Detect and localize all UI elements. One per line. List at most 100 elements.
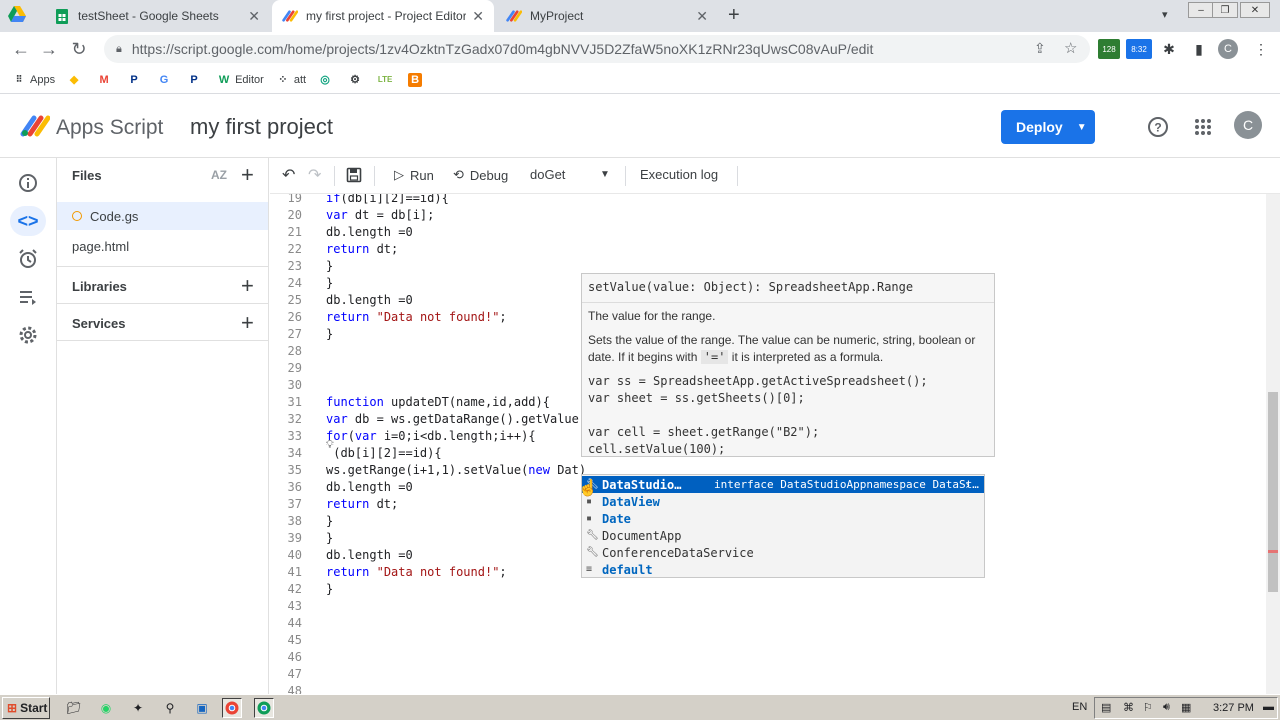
sort-az-icon[interactable]: AZ <box>211 168 227 182</box>
suggestion-item[interactable]: 🔧︎ ConferenceDataService <box>582 544 984 561</box>
clock[interactable]: 3:27 PM <box>1213 702 1254 714</box>
close-icon[interactable]: ✕ <box>696 8 708 25</box>
suggestion-item[interactable]: ▪ Date <box>582 510 984 527</box>
function-selector[interactable]: doGet ▼ <box>530 167 614 182</box>
avatar[interactable]: C <box>1234 111 1262 139</box>
file-item-code-gs[interactable]: Code.gs <box>57 202 268 230</box>
language-indicator[interactable]: EN <box>1072 701 1087 713</box>
project-title[interactable]: my first project <box>190 114 333 140</box>
network-icon[interactable]: ⌘ <box>1123 701 1134 714</box>
bookmark-paypal[interactable]: P <box>127 73 145 87</box>
add-library-button[interactable]: + <box>241 273 254 299</box>
bookmark-google[interactable]: G <box>157 73 175 87</box>
tray-icon[interactable]: ▦ <box>1181 701 1191 714</box>
tray-icon[interactable]: ▤ <box>1101 701 1111 714</box>
add-service-button[interactable]: + <box>241 310 254 336</box>
chrome-taskbar-button[interactable] <box>222 698 242 718</box>
app-icon[interactable]: ▣ <box>192 698 212 718</box>
execution-log-button[interactable]: Execution log <box>640 167 718 182</box>
bookmark-gmail[interactable]: M <box>97 73 115 87</box>
kebab-menu-icon[interactable]: ⋮ <box>1250 39 1272 59</box>
tab-project-editor[interactable]: my first project - Project Editor - Ap ✕ <box>272 0 494 32</box>
code-line[interactable]: db.length =0 <box>326 225 413 239</box>
apps-grid-icon[interactable] <box>1190 114 1216 140</box>
restore-button[interactable]: ❐ <box>1212 2 1238 18</box>
add-file-button[interactable]: + <box>241 162 254 188</box>
google-drive-icon[interactable] <box>8 6 26 25</box>
chrome-taskbar-button[interactable] <box>254 698 274 718</box>
debug-button[interactable]: ⟲ Debug <box>453 167 508 183</box>
code-line[interactable]: function updateDT(name,id,add){ <box>326 395 550 409</box>
new-tab-button[interactable]: + <box>728 4 740 27</box>
code-line[interactable]: } <box>326 514 333 528</box>
sidebar-icon[interactable]: ▮ <box>1188 39 1210 59</box>
code-line[interactable]: return "Data not found!"; <box>326 310 507 324</box>
chevron-right-icon[interactable]: › <box>964 478 971 492</box>
redo-icon[interactable]: ↷ <box>308 165 321 185</box>
code-line[interactable]: } <box>326 531 333 545</box>
start-button[interactable]: ⊞ Start <box>2 697 50 719</box>
file-item-page-html[interactable]: page.html <box>57 232 268 260</box>
bookmark-p[interactable]: P <box>187 73 205 87</box>
back-icon[interactable]: ← <box>10 38 32 60</box>
code-line[interactable]: return "Data not found!"; <box>326 565 507 579</box>
tab-test-sheet[interactable]: testSheet - Google Sheets ✕ <box>44 0 270 32</box>
close-icon[interactable]: ✕ <box>248 8 260 25</box>
bookmark-tool[interactable]: ⚙ <box>348 73 366 87</box>
triggers-alarm-icon[interactable] <box>10 244 46 274</box>
code-line[interactable]: } <box>326 327 333 341</box>
close-icon[interactable]: ✕ <box>472 8 484 25</box>
suggestion-item[interactable]: 🔧︎ DocumentApp <box>582 527 984 544</box>
code-line[interactable]: } <box>326 259 333 273</box>
editor-code-icon[interactable]: <> <box>10 206 46 236</box>
tray-icon[interactable]: ⚐ <box>1143 701 1153 714</box>
extension-clock-icon[interactable]: 8:32 <box>1126 39 1152 59</box>
whatsapp-icon[interactable]: ◉ <box>96 698 116 718</box>
bookmark-blogger[interactable]: B <box>408 72 426 87</box>
code-line[interactable]: return dt; <box>326 242 398 256</box>
code-line[interactable]: } <box>326 276 333 290</box>
settings-gear-icon[interactable] <box>10 320 46 350</box>
bookmark-att[interactable]: ⁘ att <box>276 73 306 87</box>
app-icon[interactable]: ⚲ <box>160 698 180 718</box>
code-line[interactable]: for(var i=0;i<db.length;i++){ <box>326 429 536 443</box>
code-line[interactable]: } <box>326 582 333 596</box>
extension-badge-icon[interactable]: 128 <box>1098 39 1120 59</box>
code-line[interactable]: db.length =0 <box>326 548 413 562</box>
code-line[interactable]: if(db[i][2]==id){ <box>326 194 449 205</box>
bookmark-apps[interactable]: ⠿ Apps <box>12 73 55 87</box>
volume-icon[interactable]: 🔊︎ <box>1163 701 1170 714</box>
suggestion-item[interactable]: ≡ default <box>582 561 984 578</box>
code-line[interactable]: ws.getRange(i+1,1).setValue(new Dat) <box>326 463 586 477</box>
tab-myproject[interactable]: MyProject ✕ <box>496 0 718 32</box>
chevron-down-icon[interactable]: ▾ <box>1162 8 1168 21</box>
profile-avatar[interactable]: C <box>1218 39 1238 59</box>
bookmark-editor[interactable]: W Editor <box>217 73 264 87</box>
puzzle-icon[interactable]: ✱ <box>1158 39 1180 59</box>
bookmark-star-icon[interactable]: ☆ <box>1064 39 1077 57</box>
share-icon[interactable]: ⇪ <box>1034 40 1046 57</box>
deploy-button[interactable]: Deploy ▼ <box>1001 110 1095 144</box>
lightbulb-icon[interactable]: 💡︎ <box>326 438 334 452</box>
file-explorer-icon[interactable]: 📁︎ <box>64 698 84 718</box>
undo-icon[interactable]: ↶ <box>282 165 295 185</box>
address-bar[interactable]: 🔒︎ https://script.google.com/home/projec… <box>104 35 1090 63</box>
bookmark-chatgpt[interactable]: ◎ <box>318 73 336 87</box>
bookmark-drive[interactable]: ◆ <box>67 73 85 87</box>
code-line[interactable]: db.length =0 <box>326 293 413 307</box>
suggestion-item[interactable]: 🔧︎ DataStudio… interface DataStudioAppna… <box>582 476 984 493</box>
save-icon[interactable] <box>346 167 362 183</box>
reload-icon[interactable]: ↻ <box>68 38 90 60</box>
code-line[interactable]: var dt = db[i]; <box>326 208 434 222</box>
help-icon[interactable]: ? <box>1145 114 1171 140</box>
close-window-button[interactable]: ✕ <box>1240 2 1270 18</box>
overview-info-icon[interactable] <box>10 168 46 198</box>
code-line[interactable]: return dt; <box>326 497 398 511</box>
code-line[interactable]: (db[i][2]==id){ <box>326 446 441 460</box>
code-line[interactable]: db.length =0 <box>326 480 413 494</box>
bookmark-lte[interactable]: LTE <box>378 73 396 87</box>
tray-icon[interactable]: ▬ <box>1263 701 1274 713</box>
minimize-button[interactable]: ‒ <box>1188 2 1214 18</box>
forward-icon[interactable]: → <box>38 38 60 60</box>
suggestion-item[interactable]: ▪ DataView <box>582 493 984 510</box>
